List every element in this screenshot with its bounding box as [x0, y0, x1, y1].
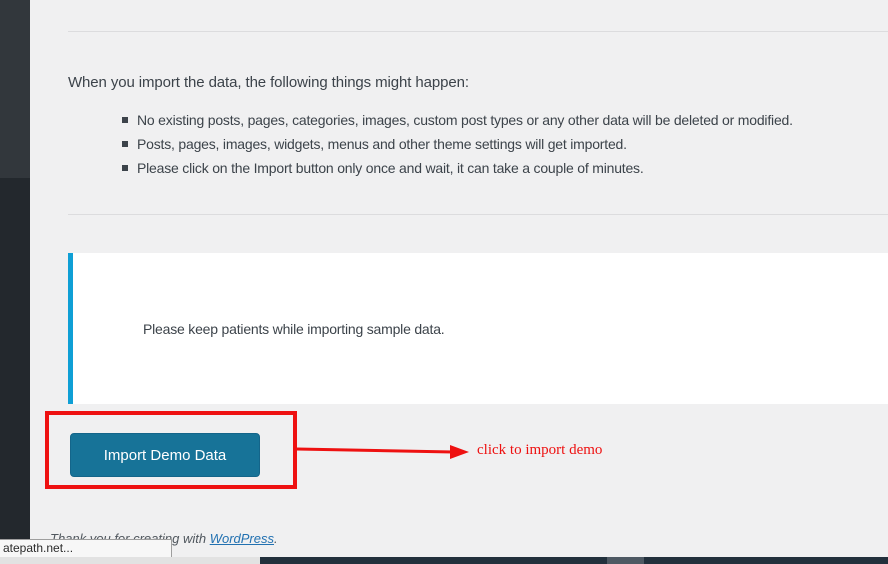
- top-divider: [68, 31, 888, 32]
- notice-text: Please keep patients while importing sam…: [143, 321, 445, 337]
- browser-status-tooltip: atepath.net...: [0, 539, 172, 558]
- import-notes-list: No existing posts, pages, categories, im…: [122, 108, 793, 180]
- import-demo-page: When you import the data, the following …: [0, 0, 888, 564]
- wordpress-link[interactable]: WordPress: [210, 531, 274, 546]
- list-item: Please click on the Import button only o…: [122, 156, 793, 180]
- list-item: No existing posts, pages, categories, im…: [122, 108, 793, 132]
- bottom-bar-left-segment: [0, 557, 260, 564]
- footer-credit-suffix: .: [274, 531, 278, 546]
- horizontal-scrollbar-track[interactable]: [260, 557, 888, 564]
- intro-text: When you import the data, the following …: [68, 74, 469, 91]
- bottom-bar: [0, 557, 888, 564]
- notice-panel: Please keep patients while importing sam…: [68, 253, 888, 404]
- horizontal-scrollbar-thumb[interactable]: [607, 557, 644, 564]
- list-item: Posts, pages, images, widgets, menus and…: [122, 132, 793, 156]
- import-demo-data-button[interactable]: Import Demo Data: [70, 433, 260, 477]
- annotation-arrow-icon: [297, 438, 473, 466]
- annotation-label: click to import demo: [477, 442, 602, 459]
- admin-sidebar: [0, 0, 30, 557]
- import-button-label: Import Demo Data: [104, 447, 227, 464]
- admin-sidebar-upper: [0, 0, 30, 178]
- middle-divider: [68, 214, 888, 215]
- admin-sidebar-lower: [0, 178, 30, 557]
